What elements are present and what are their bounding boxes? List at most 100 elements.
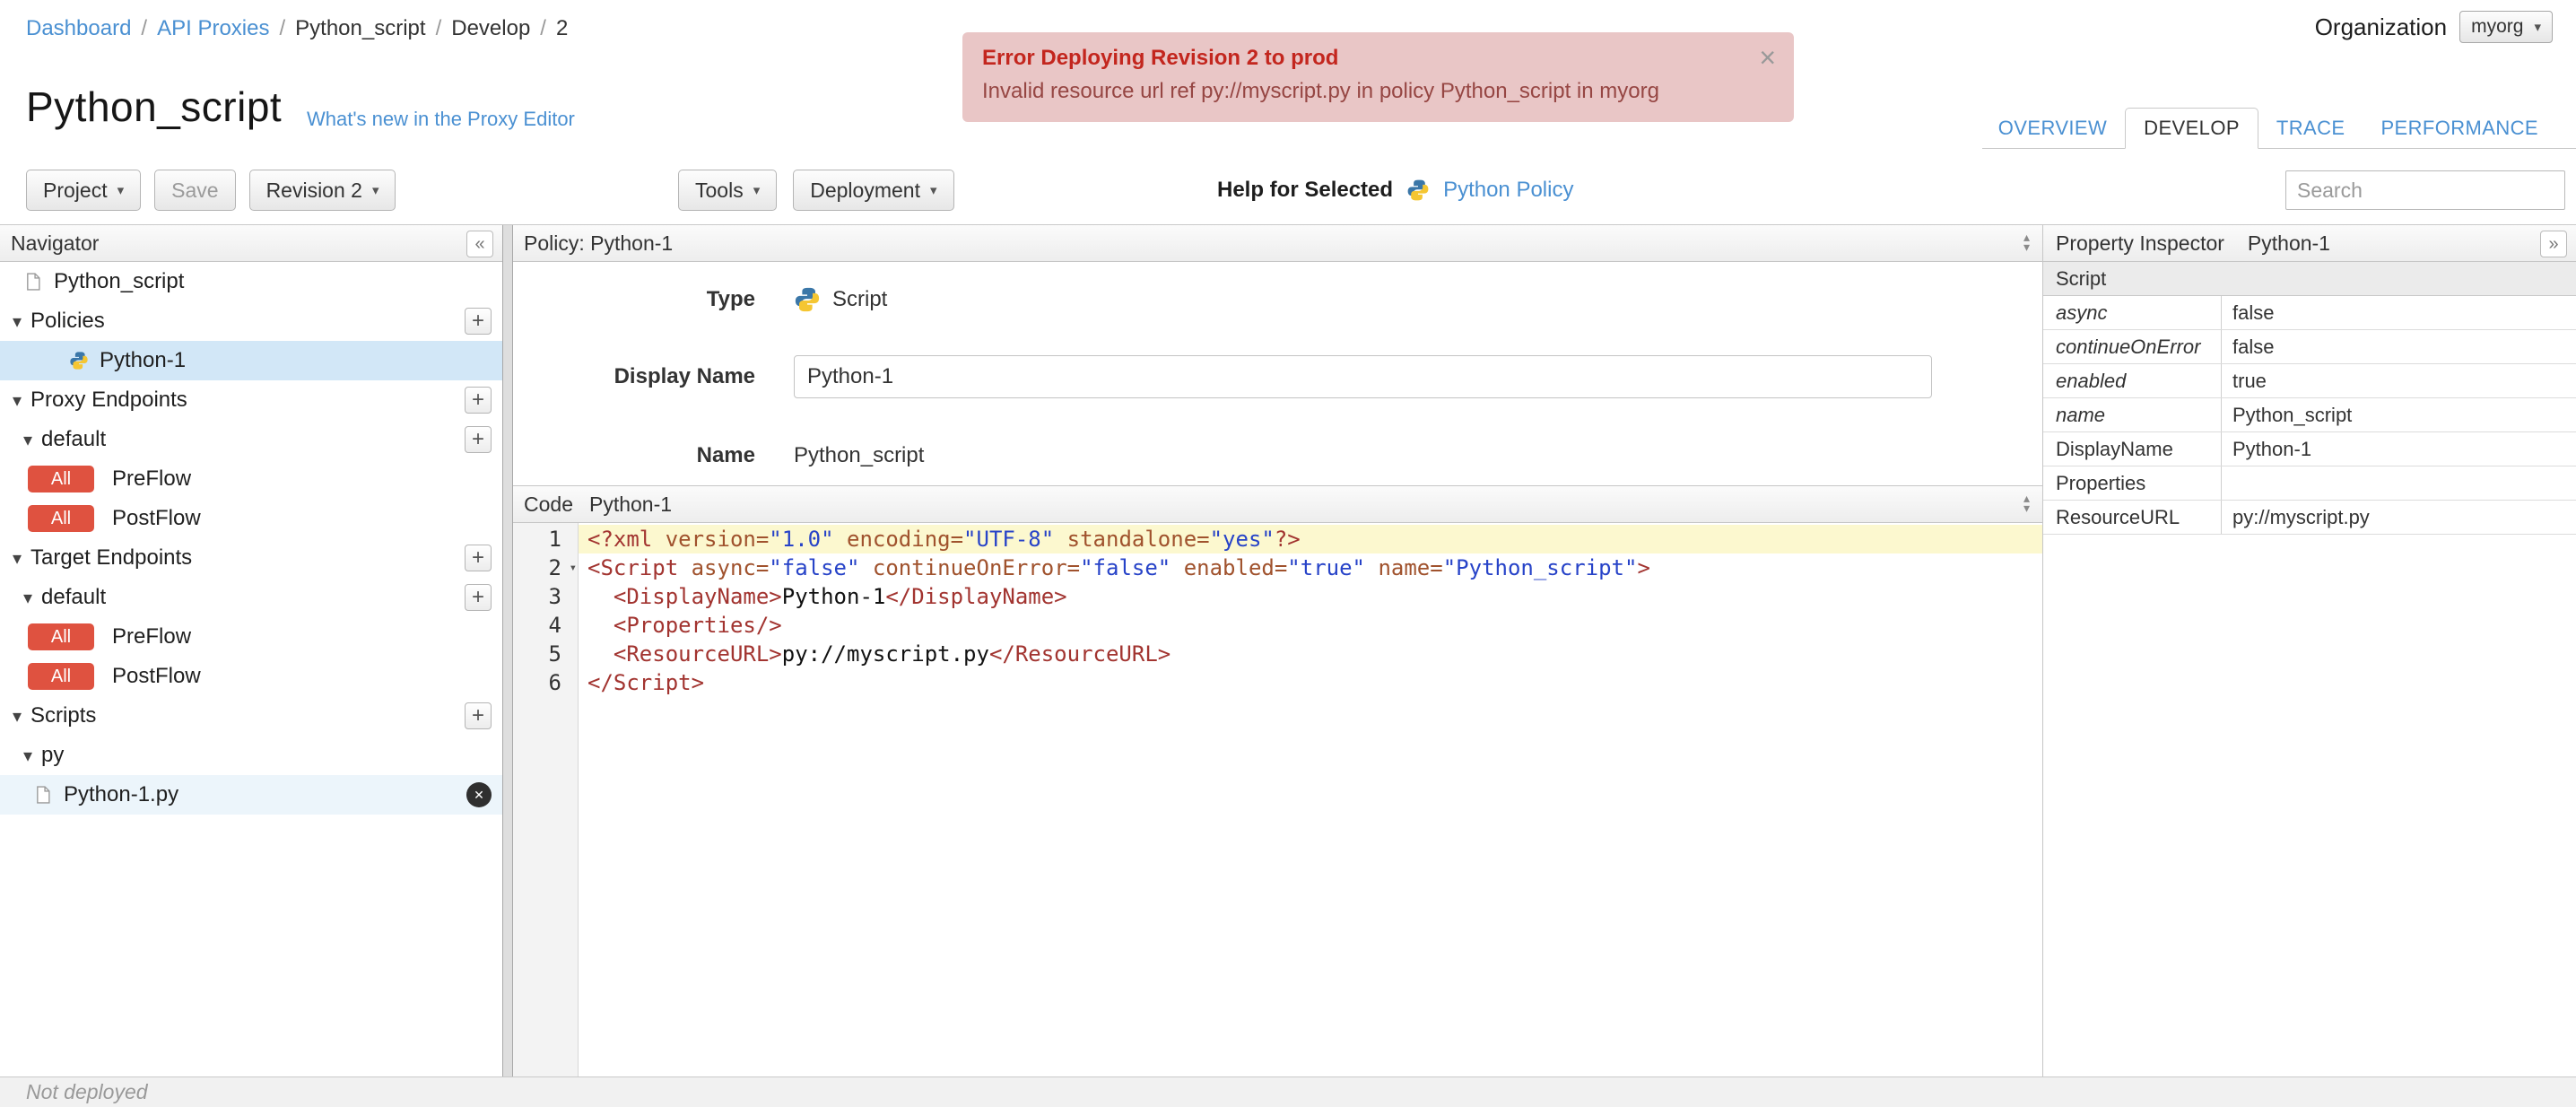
help-for-selected-area: Help for Selected Python Policy xyxy=(1217,170,1573,211)
breadcrumb-develop: Develop xyxy=(451,16,531,40)
property-inspector-policy-name: Python-1 xyxy=(2247,231,2330,255)
caret-down-icon: ▾ xyxy=(117,183,125,198)
panel-splitter[interactable] xyxy=(502,225,513,1076)
code-fold-icon[interactable]: ▾ xyxy=(570,554,577,582)
nav-item-label: PreFlow xyxy=(112,624,192,649)
add-button[interactable]: + xyxy=(465,308,492,335)
toolbar-mid-group: Tools ▾ Deployment ▾ xyxy=(678,170,954,211)
property-value[interactable] xyxy=(2222,466,2576,500)
collapse-navigator-icon[interactable]: « xyxy=(466,231,493,257)
tab-performance[interactable]: PERFORMANCE xyxy=(2363,109,2556,148)
property-row-continueonerror[interactable]: continueOnError false xyxy=(2043,330,2576,364)
nav-item-policies[interactable]: ▾ Policies + xyxy=(0,301,502,341)
tools-menu-button[interactable]: Tools ▾ xyxy=(678,170,778,211)
breadcrumb-separator: / xyxy=(435,16,442,40)
caret-down-icon[interactable]: ▾ xyxy=(13,389,22,412)
status-bar: Not deployed xyxy=(0,1076,2576,1107)
name-row: Name Python_script xyxy=(513,431,2042,481)
breadcrumb-api-proxies[interactable]: API Proxies xyxy=(157,16,269,41)
add-button[interactable]: + xyxy=(465,584,492,611)
panel-down-icon: ▾ xyxy=(2023,240,2030,254)
property-row-async[interactable]: async false xyxy=(2043,296,2576,330)
policy-header-title: Policy: Python-1 xyxy=(524,231,674,255)
nav-item-label: Target Endpoints xyxy=(30,545,193,570)
code-editor[interactable]: 1 2 ▾ 3 4 5 6 <?xml version="1.0" encoding="UT… xyxy=(513,523,2042,1076)
tab-overview[interactable]: OVERVIEW xyxy=(1980,109,2125,148)
property-label: async xyxy=(2043,296,2222,329)
property-row-enabled[interactable]: enabled true xyxy=(2043,364,2576,398)
line-number: 2 ▾ xyxy=(548,554,577,582)
script-type-icon xyxy=(794,286,821,313)
close-icon[interactable]: × xyxy=(1759,43,1776,72)
line-number: 6 xyxy=(548,670,561,695)
python-policy-help-link[interactable]: Python Policy xyxy=(1443,178,1573,203)
caret-down-icon[interactable]: ▾ xyxy=(13,310,22,333)
caret-down-icon[interactable]: ▾ xyxy=(23,745,32,767)
property-value[interactable]: Python-1 xyxy=(2222,432,2576,466)
panel-resize-icon[interactable]: ▴ ▾ xyxy=(2023,231,2030,254)
property-row-displayname[interactable]: DisplayName Python-1 xyxy=(2043,432,2576,466)
page-title: Python_script xyxy=(26,83,283,130)
nav-item-preflow[interactable]: All PreFlow xyxy=(0,617,502,657)
nav-item-scripts[interactable]: ▾ Scripts + xyxy=(0,696,502,736)
delete-icon[interactable]: ✕ xyxy=(466,782,492,807)
property-value[interactable]: false xyxy=(2222,296,2576,329)
deployment-menu-button[interactable]: Deployment ▾ xyxy=(793,170,954,211)
panel-down-icon: ▾ xyxy=(2023,501,2030,515)
revision-menu-button[interactable]: Revision 2 ▾ xyxy=(248,170,396,211)
nav-item-label: PostFlow xyxy=(112,506,201,530)
nav-item-py[interactable]: ▾ py xyxy=(0,736,502,775)
nav-item-python-script[interactable]: Python_script xyxy=(0,262,502,301)
top-header: Dashboard / API Proxies / Python_script / Deve… xyxy=(0,0,2576,225)
save-label: Save xyxy=(171,178,219,202)
navigator-title: Navigator xyxy=(11,231,100,255)
add-button[interactable]: + xyxy=(465,702,492,729)
breadcrumb-separator: / xyxy=(540,16,546,40)
property-value[interactable]: py://myscript.py xyxy=(2222,501,2576,534)
expand-panel-icon[interactable]: » xyxy=(2540,231,2567,257)
name-label: Name xyxy=(696,443,755,467)
nav-item-label: Policies xyxy=(30,309,105,333)
navigator-panel: Navigator « Python_script ▾ Policies + Pytho… xyxy=(0,225,502,1076)
search-input[interactable] xyxy=(2285,170,2565,210)
whats-new-link[interactable]: What's new in the Proxy Editor xyxy=(307,108,575,131)
caret-down-icon[interactable]: ▾ xyxy=(23,587,32,609)
property-value[interactable]: Python_script xyxy=(2222,398,2576,431)
save-button[interactable]: Save xyxy=(154,170,236,211)
nav-item-python-1[interactable]: Python-1 xyxy=(0,341,502,380)
nav-item-target-endpoints[interactable]: ▾ Target Endpoints + xyxy=(0,538,502,578)
nav-item-preflow[interactable]: All PreFlow xyxy=(0,459,502,499)
caret-down-icon[interactable]: ▾ xyxy=(13,547,22,570)
property-row-properties[interactable]: Properties xyxy=(2043,466,2576,501)
nav-item-label: Scripts xyxy=(30,703,97,728)
property-value[interactable]: false xyxy=(2222,330,2576,363)
add-button[interactable]: + xyxy=(465,426,492,453)
property-value[interactable]: true xyxy=(2222,364,2576,397)
caret-down-icon[interactable]: ▾ xyxy=(13,705,22,728)
property-row-name[interactable]: name Python_script xyxy=(2043,398,2576,432)
caret-down-icon[interactable]: ▾ xyxy=(23,429,32,451)
property-table: async false continueOnError false enabled tru… xyxy=(2043,296,2576,535)
nav-item-default[interactable]: ▾ default + xyxy=(0,420,502,459)
nav-item-default[interactable]: ▾ default + xyxy=(0,578,502,617)
panel-resize-icon[interactable]: ▴ ▾ xyxy=(2023,492,2030,515)
nav-item-proxy-endpoints[interactable]: ▾ Proxy Endpoints + xyxy=(0,380,502,420)
caret-down-icon: ▾ xyxy=(753,183,761,198)
code-line-5: <ResourceURL>py://myscript.py</ResourceU… xyxy=(613,641,1171,667)
nav-item-postflow[interactable]: All PostFlow xyxy=(0,657,502,696)
property-label: continueOnError xyxy=(2043,330,2222,363)
tab-develop[interactable]: DEVELOP xyxy=(2125,108,2258,149)
organization-select[interactable]: myorg ▾ xyxy=(2459,11,2553,43)
python-icon xyxy=(69,351,89,370)
display-name-input[interactable] xyxy=(794,355,1932,398)
add-button[interactable]: + xyxy=(465,387,492,414)
property-row-resourceurl[interactable]: ResourceURL py://myscript.py xyxy=(2043,501,2576,535)
add-button[interactable]: + xyxy=(465,545,492,571)
nav-item-postflow[interactable]: All PostFlow xyxy=(0,499,502,538)
breadcrumb-dashboard[interactable]: Dashboard xyxy=(26,16,131,41)
project-menu-button[interactable]: Project ▾ xyxy=(26,170,142,211)
line-number: 5 xyxy=(548,641,561,667)
code-line-3: <DisplayName>Python-1</DisplayName> xyxy=(613,584,1067,609)
nav-item-python-1-py[interactable]: Python-1.py ✕ xyxy=(0,775,502,815)
tab-trace[interactable]: TRACE xyxy=(2258,109,2363,148)
